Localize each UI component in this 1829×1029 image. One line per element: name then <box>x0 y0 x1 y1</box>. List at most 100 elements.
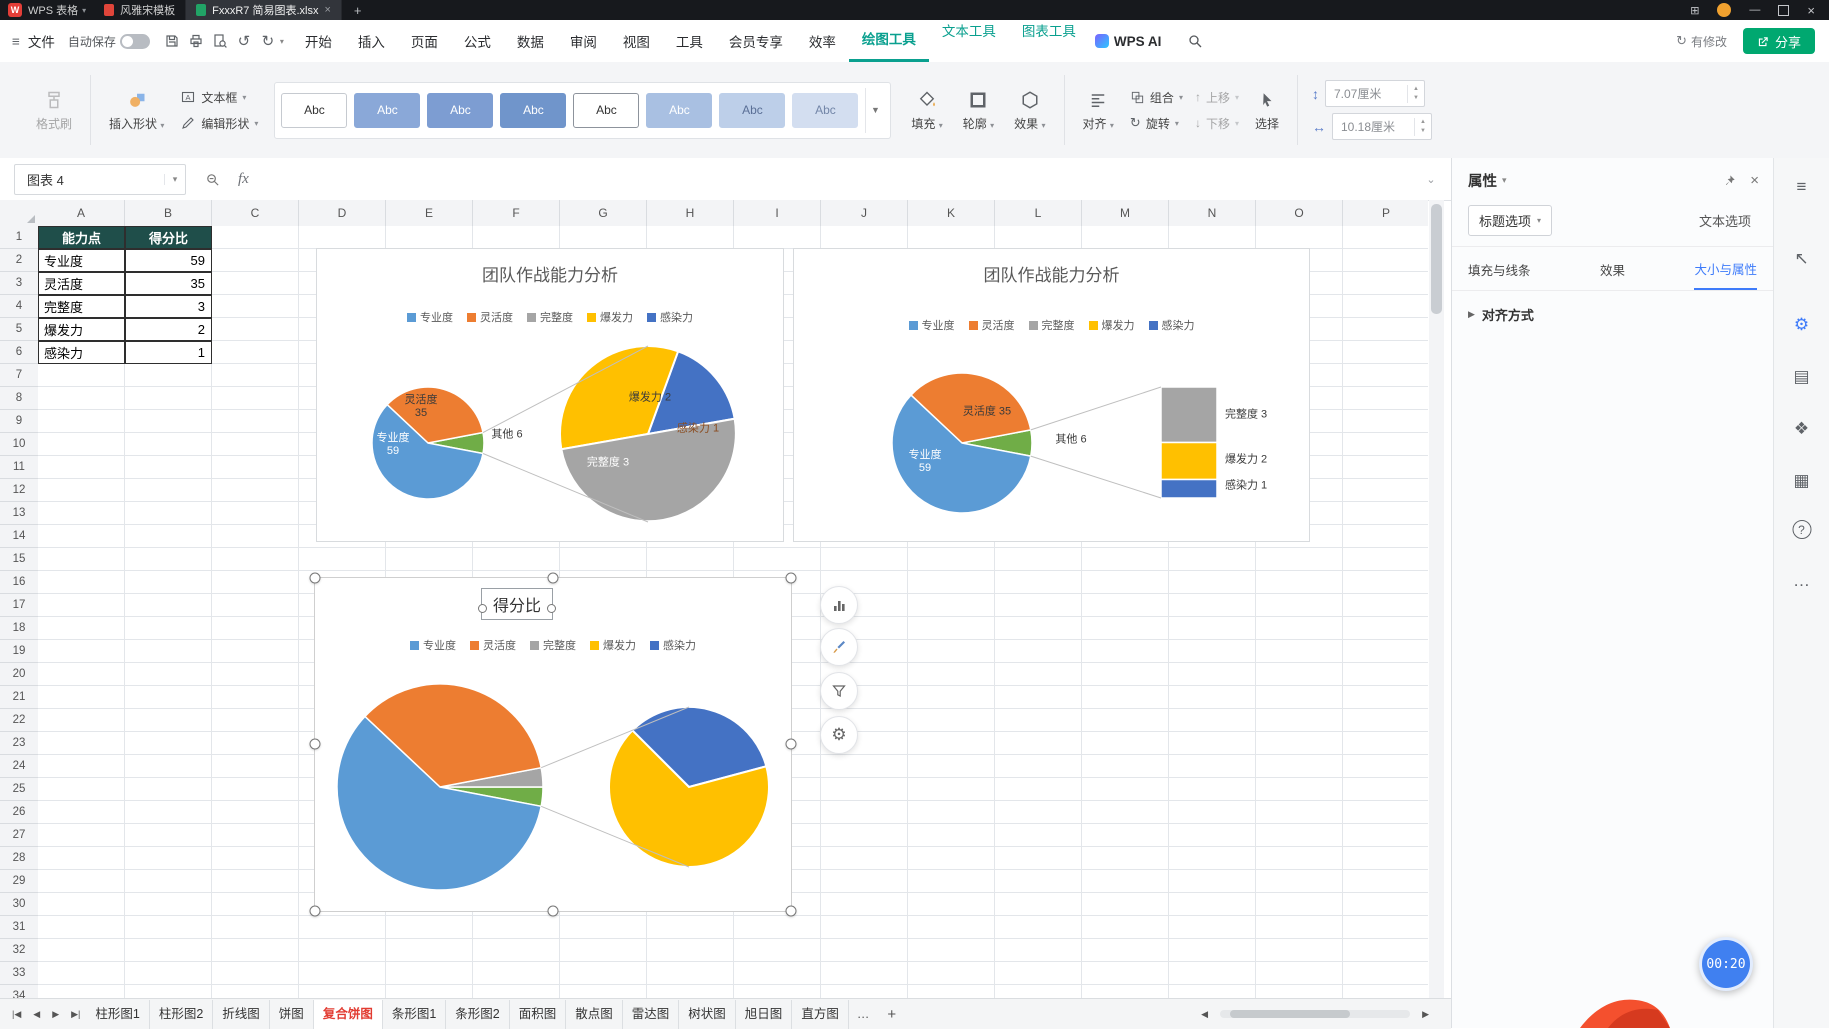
group-button[interactable]: 组合 ▾ <box>1130 89 1183 106</box>
selection-handle[interactable] <box>785 905 797 917</box>
modified-status[interactable]: ↻ 有修改 <box>1676 33 1727 50</box>
data-label[interactable]: 完整度 3 <box>1225 408 1305 421</box>
row-header-1[interactable]: 1 <box>0 226 38 249</box>
close-panel-icon[interactable]: × <box>1750 172 1759 189</box>
chevron-down-icon[interactable]: ▾ <box>82 6 86 15</box>
column-header-G[interactable]: G <box>560 200 647 226</box>
menu-item-公式[interactable]: 公式 <box>451 31 504 51</box>
textbox-handle[interactable] <box>547 604 556 613</box>
row-header-34[interactable]: 34 <box>0 985 38 998</box>
fill-button[interactable]: 填充 ▾ <box>901 89 952 132</box>
apps-grid-icon[interactable]: ⊞ <box>1690 4 1699 17</box>
timer-bubble[interactable]: 00:20 <box>1699 937 1753 991</box>
column-header-J[interactable]: J <box>821 200 908 226</box>
tool-menu-图表工具[interactable]: 图表工具 <box>1009 20 1089 62</box>
chart-tools-icon[interactable]: ▦ <box>1787 466 1817 496</box>
chart-title[interactable]: 团队作战能力分析 <box>317 261 783 286</box>
legend-item-感染力[interactable]: 感染力 <box>1148 317 1195 333</box>
text-options-tab[interactable]: 文本选项 <box>1699 211 1757 230</box>
align-button[interactable]: 对齐 ▾ <box>1073 89 1124 132</box>
table-header-cell[interactable]: 得分比 <box>125 226 212 249</box>
horizontal-scrollbar[interactable]: ◀ ▶ <box>1195 1009 1451 1020</box>
column-header-B[interactable]: B <box>125 200 212 226</box>
menu-file[interactable]: 文件 <box>24 31 68 51</box>
row-header-9[interactable]: 9 <box>0 410 38 433</box>
chart-elements-button[interactable] <box>820 586 858 624</box>
row-header-14[interactable]: 14 <box>0 525 38 548</box>
chart-bar-of-pie[interactable]: 团队作战能力分析 专业度 灵活度 完整度 爆发力 感染力 专业度 59 灵活度 35 其他 … <box>793 248 1310 542</box>
panel-title-caret-icon[interactable]: ▾ <box>1502 175 1507 186</box>
name-box-dropdown-icon[interactable]: ▾ <box>164 173 185 185</box>
table-header-cell[interactable]: 能力点 <box>38 226 125 249</box>
data-label[interactable]: 其他 6 <box>1035 433 1107 446</box>
row-header-23[interactable]: 23 <box>0 732 38 755</box>
close-tab-icon[interactable]: × <box>324 4 330 16</box>
height-field[interactable]: ▲▼ <box>1325 80 1425 107</box>
name-box[interactable]: 图表 4 ▾ <box>14 163 186 195</box>
print-icon[interactable] <box>184 29 208 53</box>
chart-title-textbox[interactable]: 得分比 <box>478 588 556 620</box>
panel-subtab-填充与线条[interactable]: 填充与线条 <box>1468 260 1531 289</box>
row-header-27[interactable]: 27 <box>0 824 38 847</box>
selection-handle[interactable] <box>547 905 559 917</box>
chart-legend[interactable]: 专业度 灵活度 完整度 爆发力 感染力 <box>317 309 783 325</box>
column-header-L[interactable]: L <box>995 200 1082 226</box>
legend-item-爆发力[interactable]: 爆发力 <box>1088 317 1135 333</box>
alignment-section[interactable]: ▶ 对齐方式 <box>1452 291 1773 338</box>
row-header-18[interactable]: 18 <box>0 617 38 640</box>
bar-segment-感染力[interactable] <box>1160 478 1218 499</box>
row-header-30[interactable]: 30 <box>0 893 38 916</box>
width-field[interactable]: ▲▼ <box>1332 113 1432 140</box>
menu-item-视图[interactable]: 视图 <box>610 31 663 51</box>
column-header-N[interactable]: N <box>1169 200 1256 226</box>
legend-item-灵活度[interactable]: 灵活度 <box>968 317 1015 333</box>
avatar[interactable] <box>1717 3 1732 17</box>
autosave-toggle[interactable] <box>119 33 150 49</box>
save-icon[interactable] <box>160 29 184 53</box>
table-cell[interactable]: 感染力 <box>38 341 125 364</box>
sheet-tab-条形图2[interactable]: 条形图2 <box>446 999 510 1029</box>
row-header-12[interactable]: 12 <box>0 479 38 502</box>
tool-menu-绘图工具[interactable]: 绘图工具 <box>848 20 929 62</box>
selection-handle[interactable] <box>785 572 797 584</box>
row-header-32[interactable]: 32 <box>0 939 38 962</box>
outline-button[interactable]: 轮廓 ▾ <box>953 89 1004 132</box>
legend-item-灵活度[interactable]: 灵活度 <box>470 637 516 653</box>
data-label[interactable]: 爆发力 2 <box>1225 453 1305 466</box>
row-header-17[interactable]: 17 <box>0 594 38 617</box>
last-sheet-icon[interactable]: ▶| <box>65 1009 86 1020</box>
chart-title[interactable]: 团队作战能力分析 <box>794 261 1309 286</box>
table-cell[interactable]: 35 <box>125 272 212 295</box>
table-cell[interactable]: 59 <box>125 249 212 272</box>
style-chip-2[interactable]: Abc <box>354 92 421 128</box>
chart-pie-of-pie-selected[interactable]: 得分比 专业度 灵活度 完整度 爆发力 感染力 <box>309 572 797 917</box>
sheet-tab-面积图[interactable]: 面积图 <box>510 999 567 1029</box>
menu-item-开始[interactable]: 开始 <box>292 31 345 51</box>
row-header-15[interactable]: 15 <box>0 548 38 571</box>
row-header-29[interactable]: 29 <box>0 870 38 893</box>
first-sheet-icon[interactable]: |◀ <box>6 1009 27 1020</box>
data-label[interactable]: 感染力 1 <box>658 422 738 435</box>
sheet-tab-柱形图2[interactable]: 柱形图2 <box>150 999 214 1029</box>
selection-handle[interactable] <box>309 738 321 750</box>
legend-item-专业度[interactable]: 专业度 <box>407 309 453 325</box>
chart-settings-button[interactable]: ⚙ <box>820 716 858 754</box>
row-header-5[interactable]: 5 <box>0 318 38 341</box>
row-header-2[interactable]: 2 <box>0 249 38 272</box>
tab-template[interactable]: 风雅宋模板 <box>94 0 187 20</box>
close-window-icon[interactable]: × <box>1807 3 1815 18</box>
sheet-tab-雷达图[interactable]: 雷达图 <box>623 999 680 1029</box>
tool-menu-文本工具[interactable]: 文本工具 <box>929 20 1009 62</box>
shapes-icon[interactable]: ❖ <box>1787 414 1817 444</box>
undo-icon[interactable]: ↺ <box>232 29 256 53</box>
sheet-tab-直方图[interactable]: 直方图 <box>792 999 849 1029</box>
data-label[interactable]: 爆发力 2 <box>610 391 690 404</box>
select-tool-icon[interactable]: ↖ <box>1787 244 1817 274</box>
legend-item-专业度[interactable]: 专业度 <box>410 637 456 653</box>
style-chip-1[interactable]: Abc <box>281 92 348 128</box>
help-icon[interactable]: ? <box>1792 520 1811 539</box>
style-chip-7[interactable]: Abc <box>719 92 786 128</box>
row-header-8[interactable]: 8 <box>0 387 38 410</box>
gallery-more-icon[interactable]: ▼ <box>865 87 884 133</box>
prev-sheet-icon[interactable]: ◀ <box>27 1009 46 1020</box>
